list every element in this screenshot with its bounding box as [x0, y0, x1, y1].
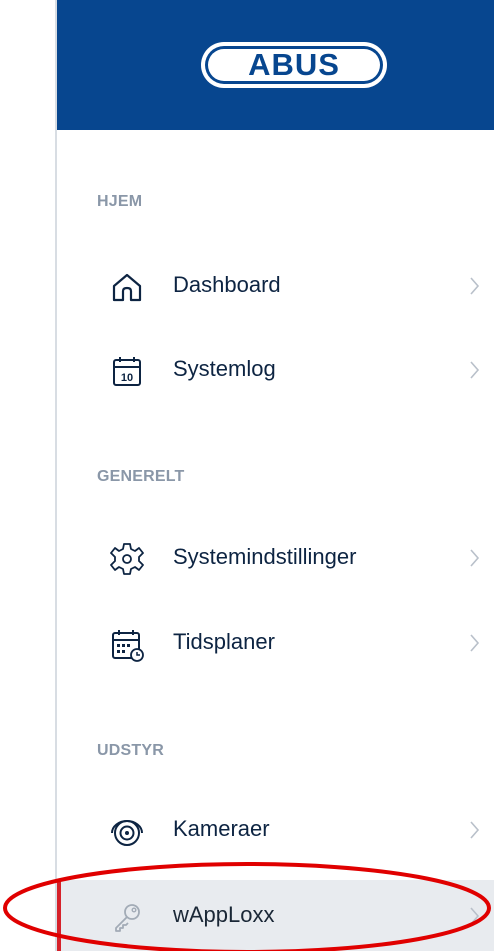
sidebar-item-dashboard[interactable]: Dashboard — [57, 250, 494, 322]
active-indicator — [57, 880, 61, 951]
logo-text: ABUS — [248, 47, 340, 82]
key-icon — [115, 904, 140, 932]
chevron-right-icon — [470, 549, 480, 567]
sidebar-item-systemlog[interactable]: 10 Systemlog — [57, 334, 494, 406]
sidebar-header: ABUS — [57, 0, 494, 130]
left-edge — [0, 0, 56, 951]
abus-logo: ABUS — [201, 42, 387, 88]
sidebar-item-wapploxx[interactable]: wAppLoxx — [57, 880, 494, 951]
sidebar-item-label: Tidsplaner — [173, 629, 275, 654]
sidebar-item-label: Systemindstillinger — [173, 544, 357, 569]
svg-text:10: 10 — [121, 372, 133, 384]
gear-icon — [110, 543, 144, 575]
camera-icon — [111, 820, 143, 846]
chevron-right-icon — [470, 821, 480, 839]
sidebar-item-kameraer[interactable]: Kameraer — [57, 794, 494, 866]
sidebar-item-label: Systemlog — [173, 356, 276, 381]
page: ABUS HJEM Dashboard 10 Systemlog GENEREL… — [0, 0, 494, 951]
chevron-right-icon — [470, 634, 480, 652]
section-title-udstyr: UDSTYR — [97, 742, 164, 759]
calendar-clock-icon — [112, 630, 144, 662]
calendar-10-icon: 10 — [113, 357, 141, 386]
sidebar-item-label: Dashboard — [173, 272, 281, 297]
sidebar-item-label: Kameraer — [173, 816, 270, 841]
sidebar: ABUS HJEM Dashboard 10 Systemlog GENEREL… — [57, 0, 494, 951]
chevron-right-icon — [470, 907, 480, 925]
section-title-hjem: HJEM — [97, 193, 143, 210]
sidebar-item-tidsplaner[interactable]: Tidsplaner — [57, 607, 494, 679]
section-title-generelt: GENERELT — [97, 468, 185, 485]
sidebar-item-systemindstillinger[interactable]: Systemindstillinger — [57, 522, 494, 594]
chevron-right-icon — [470, 277, 480, 295]
sidebar-item-label: wAppLoxx — [173, 902, 275, 927]
home-icon — [112, 273, 142, 302]
chevron-right-icon — [470, 361, 480, 379]
